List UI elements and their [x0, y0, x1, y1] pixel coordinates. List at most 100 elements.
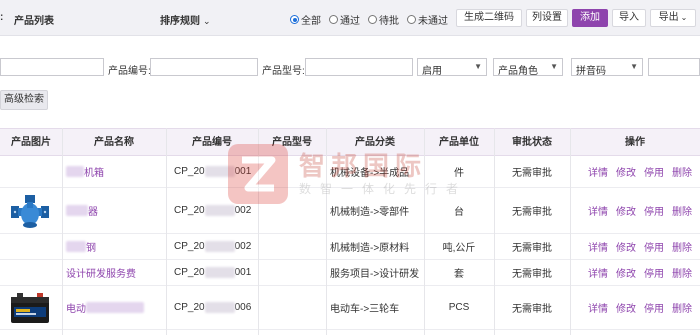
product-model-input[interactable] [305, 58, 413, 76]
product-unit-cell: PCS [448, 302, 470, 313]
export-label: 导出 [658, 12, 679, 23]
disable-link[interactable]: 停用 [644, 164, 664, 179]
audit-status-cell: 无需审批 [512, 269, 552, 280]
detail-link[interactable]: 详情 [588, 300, 608, 315]
detail-link[interactable]: 详情 [588, 164, 608, 179]
product-code-prefix: CP_20 [174, 302, 205, 313]
column-divider [326, 128, 327, 335]
product-name-link[interactable]: 设计研发服务费 [66, 265, 136, 280]
chevron-down-icon: ▼ [474, 62, 482, 71]
advanced-search-button[interactable]: 高级检索 [0, 90, 48, 110]
product-name-link[interactable]: 电动 [66, 300, 86, 315]
col-name-header: 产品名称 [94, 137, 134, 148]
product-role-select[interactable]: 产品角色 ▼ [493, 58, 563, 77]
extra-filter-input[interactable] [648, 58, 700, 76]
product-name-cell[interactable]: 钢 [66, 234, 166, 259]
product-name-link[interactable]: 机箱 [84, 164, 104, 179]
product-category-cell: 机械制造->零部件 [330, 207, 410, 218]
row-actions: 详情 修改 停用 删除 [588, 188, 700, 233]
row-actions: 详情 修改 停用 删除 [588, 156, 700, 187]
radio-dot-icon [329, 15, 338, 24]
product-name-cell[interactable]: 设计研发服务费 [66, 260, 166, 285]
radio-dot-icon [290, 15, 299, 24]
radio-all[interactable]: 全部 [290, 12, 321, 27]
column-divider [258, 128, 259, 335]
battery-product-image[interactable] [10, 292, 50, 324]
product-name-cell[interactable]: 机箱 [66, 156, 166, 187]
product-code-suffix: 002 [234, 241, 252, 252]
radio-pending[interactable]: 待批 [368, 12, 399, 27]
delete-link[interactable]: 删除 [672, 239, 692, 254]
status-select[interactable]: 启用 ▼ [417, 58, 487, 77]
radio-dot-icon [407, 15, 416, 24]
radio-rejected[interactable]: 未通过 [407, 12, 448, 27]
product-model-label: 产品型号: [262, 66, 305, 77]
detail-link[interactable]: 详情 [588, 239, 608, 254]
product-code-input[interactable] [150, 58, 258, 76]
table-row: 器 CP_20 002 机械制造->零部件 台 无需审批 详情 修改 停用 删除 [0, 188, 700, 234]
product-name-link[interactable]: 器 [88, 203, 98, 218]
status-select-value: 启用 [422, 66, 442, 77]
product-code-prefix: CP_20 [174, 205, 205, 216]
delete-link[interactable]: 删除 [672, 164, 692, 179]
pinyin-select[interactable]: 拼音码 ▼ [571, 58, 643, 77]
product-name-cell[interactable]: 器 [66, 188, 166, 233]
col-unit-header: 产品单位 [439, 137, 479, 148]
table-header: 产品图片 产品名称 产品编号 产品型号 产品分类 产品单位 审批状态 操作 [0, 128, 700, 156]
row-actions: 详情 修改 停用 删除 [588, 260, 700, 285]
radio-label: 未通过 [418, 16, 448, 27]
product-code-cell: CP_20 001 [174, 260, 258, 285]
disable-link[interactable]: 停用 [644, 203, 664, 218]
column-divider [494, 128, 495, 335]
toolbar: : 产品列表 排序规则 ⌄ 全部 通过 待批 未通过 生成二维码 列设置 添加 导… [0, 0, 700, 36]
detail-link[interactable]: 详情 [588, 203, 608, 218]
product-image-cell [0, 188, 62, 233]
title-prefix: : [0, 12, 4, 23]
col-code-header: 产品编号 [192, 137, 232, 148]
product-name-link[interactable]: 钢 [86, 239, 96, 254]
disable-link[interactable]: 停用 [644, 265, 664, 280]
delete-link[interactable]: 删除 [672, 203, 692, 218]
export-button[interactable]: 导出 ⌄ [650, 9, 696, 27]
detail-link[interactable]: 详情 [588, 265, 608, 280]
column-divider [570, 128, 571, 335]
edit-link[interactable]: 修改 [616, 239, 636, 254]
edit-link[interactable]: 修改 [616, 300, 636, 315]
add-button[interactable]: 添加 [572, 9, 608, 27]
product-code-cell: CP_20 001 [174, 156, 258, 187]
edit-link[interactable]: 修改 [616, 203, 636, 218]
table-row: 机箱 CP_20 001 机械设备->半成品 件 无需审批 详情 修改 停用 删除 [0, 156, 700, 188]
delete-link[interactable]: 删除 [672, 265, 692, 280]
radio-passed[interactable]: 通过 [329, 12, 360, 27]
product-code-prefix: CP_20 [174, 166, 205, 177]
sort-rule-dropdown[interactable]: 排序规则 ⌄ [160, 12, 211, 27]
edit-link[interactable]: 修改 [616, 164, 636, 179]
product-name-cell[interactable]: 电动 [66, 286, 166, 329]
redacted-text [66, 166, 84, 177]
redacted-text [66, 241, 86, 252]
row-actions: 详情 修改 停用 删除 [588, 286, 700, 329]
generate-qrcode-button[interactable]: 生成二维码 [456, 9, 522, 27]
edit-link[interactable]: 修改 [616, 265, 636, 280]
redacted-text [204, 166, 235, 177]
column-settings-button[interactable]: 列设置 [526, 9, 568, 27]
sort-rule-label: 排序规则 [160, 16, 200, 27]
product-image-cell [0, 286, 62, 329]
keyword-input[interactable] [0, 58, 104, 76]
delete-link[interactable]: 删除 [672, 300, 692, 315]
valve-product-image[interactable] [10, 192, 50, 230]
product-unit-cell: 台 [454, 207, 464, 218]
col-image-header: 产品图片 [11, 137, 51, 148]
table-row: 钢 CP_20 002 机械制造->原材料 吨,公斤 无需审批 详情 修改 停用 … [0, 234, 700, 260]
row-actions: 详情 修改 停用 删除 [588, 234, 700, 259]
redacted-text [204, 302, 235, 313]
redacted-text [204, 241, 235, 252]
product-code-cell: CP_20 002 [174, 234, 258, 259]
audit-filter-radios: 全部 通过 待批 未通过 [290, 12, 448, 27]
disable-link[interactable]: 停用 [644, 300, 664, 315]
disable-link[interactable]: 停用 [644, 239, 664, 254]
product-category-cell: 电动车->三轮车 [330, 304, 400, 315]
import-button[interactable]: 导入 [612, 9, 646, 27]
column-divider [62, 128, 63, 335]
product-unit-cell: 吨,公斤 [442, 243, 476, 254]
